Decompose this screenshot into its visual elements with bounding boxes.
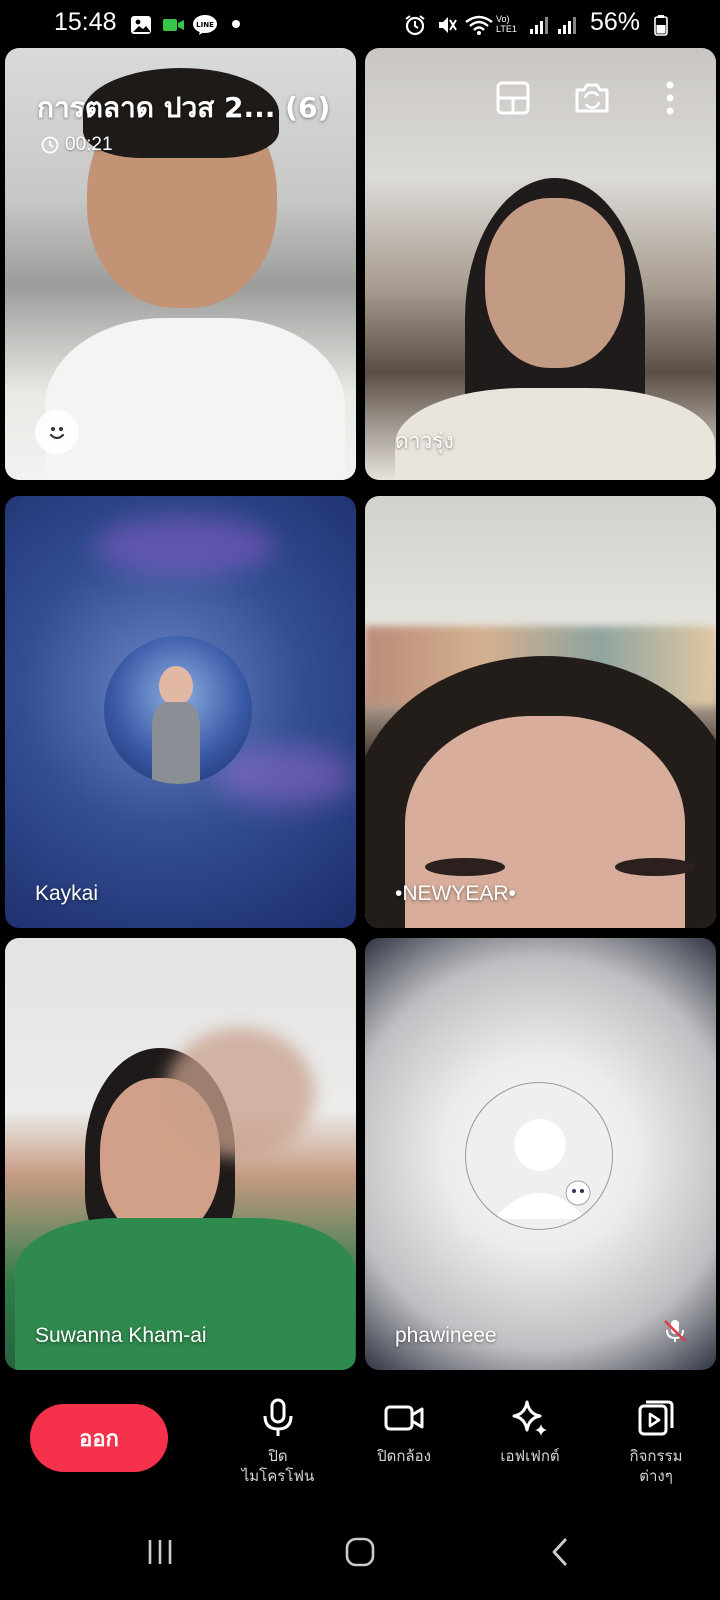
tile-name: phawineee: [395, 1324, 497, 1347]
tile-name: Suwanna Kham-ai: [35, 1324, 207, 1347]
video-camera-icon: [384, 1398, 424, 1438]
microphone-icon: [258, 1398, 298, 1438]
status-bar: 15:48 LINE Vo) LTE1 56%: [0, 0, 720, 48]
participant-tile-6[interactable]: phawineee: [365, 938, 716, 1370]
tile-name: •NEWYEAR•: [395, 882, 516, 905]
alarm-icon: [404, 14, 426, 36]
line-app-icon: LINE: [192, 14, 218, 36]
call-timer: 00:21: [41, 134, 113, 156]
battery-icon: [654, 14, 668, 36]
eye-shape: [425, 858, 505, 876]
reaction-button[interactable]: [35, 410, 79, 454]
recent-apps-button[interactable]: [130, 1532, 190, 1572]
timer-text: 00:21: [65, 134, 113, 155]
participant-tile-3[interactable]: Kaykai: [5, 496, 356, 928]
eye-shape: [615, 858, 695, 876]
more-options-button[interactable]: [648, 76, 692, 120]
camera-toggle-label: ปิดกล้อง: [377, 1447, 431, 1465]
switch-camera-button[interactable]: [570, 76, 614, 120]
more-vertical-icon: [666, 81, 674, 115]
silent-mode-icon: [436, 14, 458, 36]
video-call-status-icon: [162, 14, 184, 36]
smiley-icon: [49, 427, 65, 440]
tile-name: ดาวรุ่ง: [395, 430, 454, 453]
effects-button[interactable]: เอฟเฟกต์: [470, 1398, 590, 1466]
avatar: [104, 636, 252, 784]
activities-button[interactable]: กิจกรรม ต่างๆ: [596, 1398, 716, 1486]
leave-call-button[interactable]: ออก: [30, 1404, 168, 1472]
avatar-figure: [159, 666, 193, 706]
svg-text:LINE: LINE: [196, 21, 214, 29]
mic-toggle-label: ปิด ไมโครโฟน: [241, 1447, 315, 1485]
participant-tile-self[interactable]: การตลาด ปวส 2... (6) 00:21: [5, 48, 356, 480]
shirt-shape: [45, 318, 345, 480]
recent-apps-icon: [148, 1540, 172, 1564]
mic-toggle-button[interactable]: ปิด ไมโครโฟน: [218, 1398, 338, 1486]
avatar-figure: [152, 702, 200, 784]
participant-tile-2[interactable]: ดาวรุ่ง: [365, 48, 716, 480]
signal-icon-2: [556, 14, 578, 36]
sparkle-icon: [510, 1398, 550, 1438]
light-blur: [95, 516, 275, 576]
hand-blur: [165, 1028, 315, 1158]
default-avatar: [465, 1082, 613, 1230]
participant-tile-5[interactable]: Suwanna Kham-ai: [5, 938, 356, 1370]
call-title: การตลาด ปวส 2... (6): [37, 91, 331, 124]
back-button[interactable]: [530, 1532, 590, 1572]
person-placeholder-icon: [494, 1119, 591, 1219]
signal-icon: [528, 14, 550, 36]
switch-camera-icon: [575, 83, 609, 113]
call-controls-bar: ออก ปิด ไมโครโฟน ปิดกล้อง เอฟเฟกต์ กิจกรร…: [0, 1380, 720, 1510]
tile-name: Kaykai: [35, 882, 99, 905]
home-icon: [345, 1537, 375, 1567]
participant-tile-4[interactable]: •NEWYEAR•: [365, 496, 716, 928]
system-navigation-bar: [0, 1510, 720, 1600]
gallery-icon: [130, 14, 152, 36]
notification-dot-icon: [232, 20, 240, 28]
clock-icon: [41, 136, 59, 154]
camera-toggle-button[interactable]: ปิดกล้อง: [344, 1398, 464, 1466]
mic-muted-icon: [660, 1316, 690, 1346]
wifi-icon: [464, 14, 494, 36]
back-chevron-icon: [552, 1538, 568, 1566]
home-button[interactable]: [330, 1532, 390, 1572]
volte-lte-icon: Vo) LTE1: [496, 14, 517, 34]
battery-percent: 56%: [590, 8, 641, 36]
activities-icon: [636, 1398, 676, 1438]
effects-label: เอฟเฟกต์: [500, 1447, 560, 1465]
layout-button[interactable]: [491, 76, 535, 120]
face-shape-front: [485, 198, 625, 368]
layout-icon: [496, 81, 530, 115]
status-time: 15:48: [54, 8, 117, 36]
activities-label: กิจกรรม ต่างๆ: [629, 1447, 683, 1485]
